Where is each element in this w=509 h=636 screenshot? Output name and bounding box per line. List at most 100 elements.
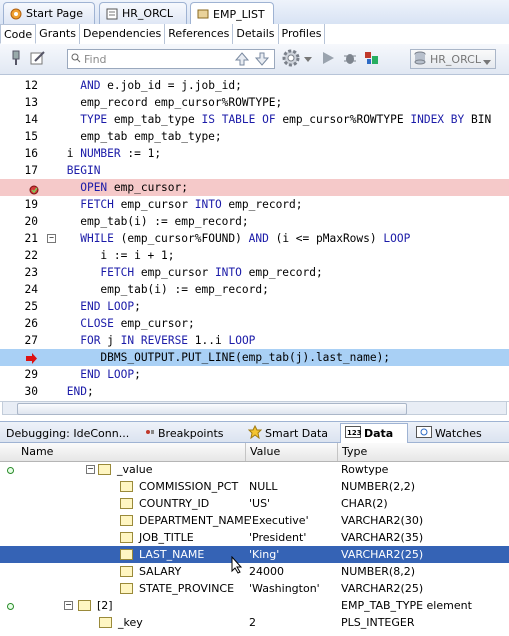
bullet-icon (7, 603, 14, 610)
table-row[interactable]: STATE_PROVINCE 'Washington' VARCHAR2(25) (0, 580, 509, 597)
tab-references[interactable]: References (165, 24, 234, 44)
pencil-icon (30, 50, 46, 69)
code-line[interactable]: 27 FOR j IN REVERSE 1..i LOOP (0, 332, 509, 349)
column-header-type[interactable]: Type (338, 443, 509, 461)
tab-dependencies[interactable]: Dependencies (80, 24, 166, 44)
code-text: BEGIN (66, 164, 101, 177)
table-row[interactable]: LAST_NAME 'King' VARCHAR2(25) (0, 546, 509, 563)
table-row[interactable]: COMMISSION_PCT NULL NUMBER(2,2) (0, 478, 509, 495)
field-icon (120, 515, 133, 526)
tab-label: Breakpoints (158, 426, 224, 440)
tab-debugging-log[interactable]: Debugging: IdeConn... (2, 423, 133, 443)
field-icon (99, 617, 112, 628)
connection-select[interactable]: HR_ORCL (410, 49, 496, 69)
cell-name: LAST_NAME (139, 548, 205, 561)
cell-name: DEPARTMENT_NAME (139, 514, 251, 527)
fold-toggle[interactable]: − (47, 234, 56, 243)
code-line[interactable]: 15 emp_tab emp_tab_type; (0, 128, 509, 145)
code-line[interactable]: 21− WHILE (emp_cursor%FOUND) AND (i <= p… (0, 230, 509, 247)
code-editor[interactable]: 12 AND e.job_id = j.job_id; 13 emp_record… (0, 75, 509, 402)
code-text: END LOOP; (80, 368, 141, 381)
tab-emp-list[interactable]: EMP_LIST (190, 2, 274, 25)
code-line[interactable]: 13 emp_record emp_cursor%ROWTYPE; (0, 94, 509, 111)
code-line[interactable]: 24 emp_tab(i) := emp_record; (0, 281, 509, 298)
line-number: 30 (24, 385, 38, 398)
tab-start-page[interactable]: Start Page (3, 2, 95, 24)
run-icon (321, 51, 335, 68)
tab-watches[interactable]: Watches (412, 423, 486, 443)
connection-label: HR_ORCL (430, 52, 481, 66)
chevron-down-icon (304, 53, 312, 66)
code-line[interactable]: 29 END LOOP; (0, 366, 509, 383)
code-line[interactable]: 23 FETCH emp_cursor INTO emp_record; (0, 264, 509, 281)
table-row[interactable]: SALARY 24000 NUMBER(8,2) (0, 563, 509, 580)
code-line[interactable]: 14 TYPE emp_tab_type IS TABLE OF emp_cur… (0, 111, 509, 128)
code-text: TYPE emp_tab_type IS TABLE OF emp_cursor… (80, 113, 492, 126)
debugger-tab-bar: Debugging: IdeConn... Breakpoints Smart … (0, 421, 509, 443)
line-number: 15 (24, 130, 38, 143)
scrollbar-thumb[interactable] (17, 403, 407, 415)
line-number: 22 (24, 249, 38, 262)
tab-profiles[interactable]: Profiles (279, 24, 326, 44)
code-line[interactable]: 16 i NUMBER := 1; (0, 145, 509, 162)
compile-dropdown[interactable] (302, 49, 314, 69)
toggle-lock-button[interactable] (6, 49, 26, 69)
code-line[interactable]: 25 END LOOP; (0, 298, 509, 315)
editor-sub-tabs: Code Grants Dependencies References Deta… (0, 24, 509, 45)
field-icon (120, 532, 133, 543)
tab-breakpoints[interactable]: Breakpoints (141, 423, 228, 443)
find-input[interactable]: Find (67, 49, 275, 69)
code-line[interactable]: 19 FETCH emp_cursor INTO emp_record; (0, 196, 509, 213)
line-number: 23 (24, 266, 38, 279)
tab-details[interactable]: Details (233, 24, 279, 44)
cell-name: _key (118, 616, 143, 629)
code-line[interactable]: 30 END; (0, 383, 509, 400)
gear-icon (281, 48, 301, 71)
column-header-value[interactable]: Value (246, 443, 338, 461)
breakpoints-icon (145, 427, 155, 440)
horizontal-scrollbar[interactable] (2, 401, 507, 415)
cell-value: NULL (249, 480, 278, 493)
profile-button[interactable] (362, 49, 382, 69)
tab-grants[interactable]: Grants (36, 24, 80, 44)
tab-data[interactable]: 123 Data (340, 423, 408, 443)
tab-hr-orcl[interactable]: HR_ORCL (99, 2, 187, 24)
table-row[interactable]: − _value Rowtype (0, 461, 509, 478)
table-row[interactable]: − [2] EMP_TAB_TYPE element (0, 597, 509, 614)
line-number: 25 (24, 300, 38, 313)
cell-value: 'US' (249, 497, 271, 510)
debug-button[interactable] (340, 49, 360, 69)
line-number: 24 (24, 283, 38, 296)
cell-value: 'Executive' (249, 514, 309, 527)
code-line[interactable]: DBMS_OUTPUT.PUT_LINE(emp_tab(j).last_nam… (0, 349, 509, 366)
tab-code[interactable]: Code (0, 24, 37, 44)
compile-button[interactable] (279, 49, 303, 69)
expand-toggle[interactable]: − (86, 465, 95, 474)
code-line[interactable]: 22 i := i + 1; (0, 247, 509, 264)
cell-type: NUMBER(2,2) (341, 480, 415, 493)
edit-button[interactable] (28, 49, 48, 69)
find-next-icon[interactable] (254, 51, 270, 70)
code-text: i := i + 1; (60, 249, 175, 262)
cell-type: VARCHAR2(35) (341, 531, 424, 544)
line-number: 19 (24, 198, 38, 211)
code-line[interactable]: 12 AND e.job_id = j.job_id; (0, 77, 509, 94)
code-line[interactable]: 20 emp_tab(i) := emp_record; (0, 213, 509, 230)
find-previous-icon[interactable] (234, 51, 250, 70)
code-line[interactable]: 26 CLOSE emp_cursor; (0, 315, 509, 332)
line-number: 12 (24, 79, 38, 92)
table-row[interactable]: DEPARTMENT_NAME 'Executive' VARCHAR2(30) (0, 512, 509, 529)
expand-toggle[interactable]: − (64, 601, 73, 610)
watches-icon (416, 425, 432, 441)
table-row[interactable]: _key 2 PLS_INTEGER (0, 614, 509, 631)
tab-smart-data[interactable]: Smart Data (244, 423, 332, 443)
code-line[interactable]: 17 BEGIN (0, 162, 509, 179)
run-button[interactable] (318, 49, 338, 69)
code-text: emp_tab(i) := emp_record; (60, 283, 269, 296)
find-placeholder: Find (84, 52, 107, 66)
table-row[interactable]: JOB_TITLE 'President' VARCHAR2(35) (0, 529, 509, 546)
code-line[interactable]: OPEN emp_cursor; (0, 179, 509, 196)
column-header-name[interactable]: Name (17, 443, 246, 461)
cell-type: EMP_TAB_TYPE element (341, 599, 472, 612)
table-row[interactable]: COUNTRY_ID 'US' CHAR(2) (0, 495, 509, 512)
